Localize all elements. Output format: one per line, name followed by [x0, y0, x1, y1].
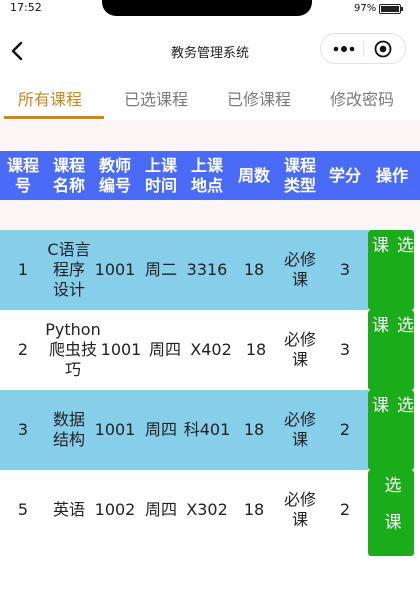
table-row: 2 Python爬虫技巧 1001 周四 X402 18 必修课 3: [0, 310, 368, 390]
cell-course-name: Python爬虫技巧: [45, 320, 101, 379]
cell-course-id: 1: [17, 260, 29, 279]
cell-class-place: X302: [186, 500, 228, 519]
cell-course-name: 英语: [52, 500, 85, 519]
header-teacher-id: 教师编号: [98, 155, 131, 195]
cell-class-time: 周四: [144, 420, 177, 439]
header-credit: 学分: [328, 165, 361, 185]
cell-course-type: 必修课: [283, 490, 316, 529]
cell-credit: 3: [339, 260, 351, 279]
button-label: 选课: [368, 236, 413, 273]
cell-class-time: 周四: [148, 340, 181, 359]
button-label: 选课: [368, 316, 413, 353]
table-row: 5 英语 1002 周四 X302 18 必修课 2: [0, 470, 368, 550]
cell-course-name: C语言程序设计: [47, 240, 91, 299]
mini-program-capsule: [320, 33, 406, 64]
cell-teacher-id: 1001: [94, 420, 136, 439]
header-class-place: 上课地点: [190, 155, 223, 195]
top-spacer: [0, 120, 420, 152]
cell-class-place: 3316: [186, 260, 228, 279]
select-course-button[interactable]: 选课: [368, 470, 414, 556]
cell-weeks: 18: [245, 340, 267, 359]
more-icon[interactable]: [331, 41, 357, 57]
cell-class-place: X402: [190, 340, 232, 359]
status-time: 17:52: [10, 1, 42, 14]
header-weeks: 周数: [237, 165, 270, 185]
header-course-type: 课程类型: [283, 155, 316, 195]
cell-class-time: 周四: [144, 500, 177, 519]
header-spacer: [0, 200, 420, 230]
header-class-time: 上课时间: [144, 155, 177, 195]
table-row: 1 C语言程序设计 1001 周二 3316 18 必修课 3: [0, 230, 368, 310]
cell-weeks: 18: [243, 260, 265, 279]
header-course-name: 课程名称: [52, 155, 85, 195]
close-target-icon[interactable]: [374, 40, 392, 58]
active-tab-indicator: [4, 116, 104, 119]
cell-credit: 2: [339, 500, 351, 519]
battery-percent: 97%: [354, 3, 377, 14]
cell-credit: 3: [339, 340, 351, 359]
cell-credit: 2: [339, 420, 351, 439]
cell-course-id: 3: [17, 420, 29, 439]
header-action: 操作: [375, 165, 408, 185]
tab-completed-courses[interactable]: 已修课程: [227, 86, 291, 110]
capsule-divider: [363, 41, 364, 57]
button-label: 选课: [380, 476, 401, 550]
tab-selected-courses[interactable]: 已选课程: [124, 86, 188, 110]
select-course-button[interactable]: 选课: [368, 230, 414, 310]
cell-teacher-id: 1001: [94, 260, 136, 279]
tab-change-password[interactable]: 修改密码: [330, 86, 394, 110]
cell-course-type: 必修课: [283, 410, 316, 449]
header-course-id: 课程号: [6, 155, 39, 195]
cell-weeks: 18: [243, 420, 265, 439]
table-row: 3 数据结构 1001 周四 科401 18 必修课 2: [0, 390, 368, 470]
table-header: 课程号 课程名称 教师编号 上课时间 上课地点 周数 课程类型 学分 操作: [0, 151, 420, 200]
cell-course-id: 2: [17, 340, 29, 359]
button-label: 选课: [368, 396, 413, 433]
cell-teacher-id: 1001: [100, 340, 142, 359]
cell-course-type: 必修课: [283, 330, 316, 369]
cell-weeks: 18: [243, 500, 265, 519]
tab-bar: 所有课程 已选课程 已修课程 修改密码: [0, 76, 420, 121]
cell-class-place: 科401: [183, 420, 231, 439]
tab-all-courses[interactable]: 所有课程: [18, 86, 82, 110]
cell-course-name: 数据结构: [52, 410, 85, 449]
battery-icon: [379, 4, 403, 14]
select-course-button[interactable]: 选课: [368, 390, 414, 470]
status-bar: 17:52 97%: [0, 0, 420, 20]
cell-teacher-id: 1002: [94, 500, 136, 519]
camera-notch: [102, 0, 312, 16]
select-course-button[interactable]: 选课: [368, 310, 414, 390]
cell-course-id: 5: [17, 500, 29, 519]
cell-class-time: 周二: [144, 260, 177, 279]
nav-bar: 教务管理系统: [0, 28, 420, 72]
cell-course-type: 必修课: [283, 250, 316, 289]
